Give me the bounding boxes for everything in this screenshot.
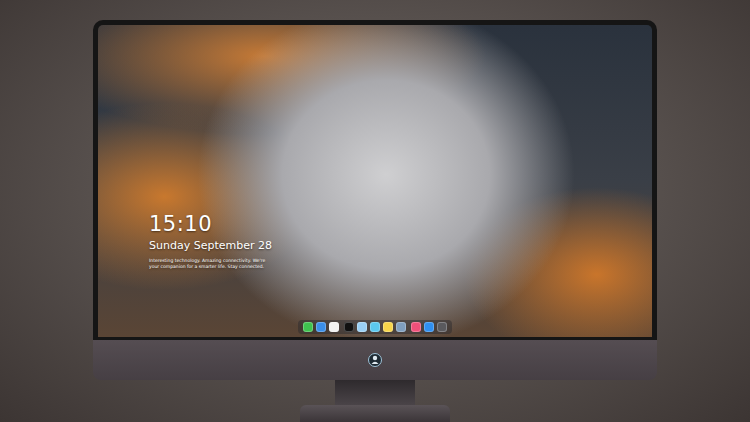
dock [298, 320, 452, 334]
date: Sunday September 28 [149, 239, 652, 253]
app-icon[interactable] [357, 322, 367, 332]
app-icon[interactable] [316, 322, 326, 332]
app-icon[interactable] [424, 322, 434, 332]
lock-info: 15:10 Sunday September 28 Interesting tech… [149, 212, 652, 270]
app-icon[interactable] [411, 322, 421, 332]
desktop-background: 15:10 Sunday September 28 Interesting tech… [0, 0, 750, 422]
app-icon[interactable] [396, 322, 406, 332]
logo-icon [368, 353, 382, 367]
lock-screen[interactable]: 15:10 Sunday September 28 Interesting tech… [98, 25, 652, 337]
app-icon[interactable] [370, 322, 380, 332]
monitor-stand-base [300, 405, 450, 422]
dock-group [411, 322, 447, 332]
caption-line: your companion for a smarter life. Stay … [149, 264, 652, 270]
caption: Interesting technology. Amazing connecti… [149, 258, 652, 270]
app-icon[interactable] [437, 322, 447, 332]
dock-group [303, 322, 339, 332]
clock: 15:10 [149, 212, 652, 236]
app-icon[interactable] [329, 322, 339, 332]
app-icon[interactable] [344, 322, 354, 332]
dock-group [344, 322, 406, 332]
app-icon[interactable] [303, 322, 313, 332]
monitor-bezel: 15:10 Sunday September 28 Interesting tech… [93, 20, 657, 340]
monitor-chin [93, 340, 657, 380]
caption-line: Interesting technology. Amazing connecti… [149, 258, 652, 264]
app-icon[interactable] [383, 322, 393, 332]
monitor-stand-neck [335, 380, 415, 405]
